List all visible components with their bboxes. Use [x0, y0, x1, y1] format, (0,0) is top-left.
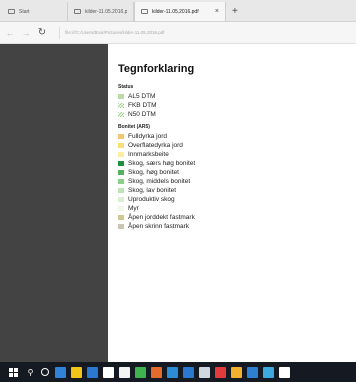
legend-swatch	[118, 103, 124, 108]
start-icon[interactable]	[8, 367, 18, 377]
legend-swatch	[118, 179, 124, 184]
legend-item: Skog, lav bonitet	[118, 186, 195, 195]
legend-swatch	[118, 134, 124, 139]
tab-strip: Start kilder-11.05.2016.pdf kilder-11.05…	[0, 0, 356, 22]
legend-swatch	[118, 224, 124, 229]
app-icon-9[interactable]	[231, 366, 242, 378]
legend-item: Skog, middels bonitet	[118, 177, 195, 186]
legend-item: Skog, høg bonitet	[118, 168, 195, 177]
legend-item: Skog, særs høg bonitet	[118, 159, 195, 168]
viewer-sidebar	[0, 44, 108, 362]
pdf-page: Tegnforklaring Status AL5 DTM FKB DTM N50 D…	[108, 44, 356, 362]
task-view-icon[interactable]	[41, 368, 49, 376]
forward-icon[interactable]: →	[21, 28, 31, 38]
tab-pdf-2-active[interactable]: kilder-11.05.2016.pdf ×	[134, 2, 226, 21]
legend-swatch	[118, 170, 124, 175]
legend-swatch	[118, 206, 124, 211]
legend-label: Uproduktiv skog	[128, 196, 175, 203]
legend-label: Åpen jorddekt fastmark	[128, 214, 195, 221]
tab-label: Start	[19, 8, 30, 15]
legend-swatch	[118, 197, 124, 202]
page-icon	[8, 9, 15, 14]
page-icon	[141, 9, 148, 14]
app-icon-1[interactable]	[103, 366, 114, 378]
app-icon-7[interactable]	[199, 366, 210, 378]
legend-section-title: Status	[118, 84, 134, 90]
close-icon[interactable]: ×	[215, 8, 219, 15]
legend-swatch	[118, 112, 124, 117]
legend-swatch	[118, 188, 124, 193]
app-icon-11[interactable]	[263, 366, 274, 378]
legend-label: Innmarksbeite	[128, 151, 169, 158]
back-icon[interactable]: ←	[5, 28, 15, 38]
app-icon-8[interactable]	[215, 366, 226, 378]
pdf-viewer: Tegnforklaring Status AL5 DTM FKB DTM N50 D…	[0, 44, 356, 362]
tab-pdf-1[interactable]: kilder-11.05.2016.pdf	[68, 2, 134, 21]
legend-item: AL5 DTM	[118, 92, 195, 101]
legend-item: Myr	[118, 204, 195, 213]
tab-label: kilder-11.05.2016.pdf	[85, 8, 127, 15]
file-explorer-icon[interactable]	[71, 366, 82, 378]
legend-swatch	[118, 143, 124, 148]
store-icon[interactable]	[87, 366, 98, 378]
app-icon-12[interactable]	[279, 366, 290, 378]
refresh-icon[interactable]: ↻	[37, 27, 47, 38]
legend-item: Åpen skrinn fastmark	[118, 222, 195, 231]
legend-label: FKB DTM	[128, 102, 157, 109]
legend-label: Åpen skrinn fastmark	[128, 223, 190, 230]
app-icon-2[interactable]	[119, 366, 130, 378]
taskbar: ⚲	[0, 362, 356, 382]
app-icon-6[interactable]	[183, 366, 194, 378]
legend-item: Fulldyrka jord	[118, 132, 195, 141]
page-icon	[74, 9, 81, 14]
legend-swatch	[118, 161, 124, 166]
legend-label: Overflatedyrka jord	[128, 142, 183, 149]
edge-icon[interactable]	[55, 366, 66, 378]
app-icon-4[interactable]	[151, 366, 162, 378]
legend-item: Overflatedyrka jord	[118, 141, 195, 150]
legend-label: Skog, særs høg bonitet	[128, 160, 196, 167]
legend-title: Tegnforklaring	[118, 63, 195, 75]
legend-label: Fulldyrka jord	[128, 133, 168, 140]
legend-item: FKB DTM	[118, 101, 195, 110]
legend-item: Uproduktiv skog	[118, 195, 195, 204]
legend-section-title: Bonitet (AR5)	[118, 124, 150, 130]
legend-label: N50 DTM	[128, 111, 156, 118]
legend-swatch	[118, 215, 124, 220]
legend-swatch	[118, 94, 124, 99]
legend-item: N50 DTM	[118, 110, 195, 119]
tab-start[interactable]: Start	[2, 2, 68, 21]
tab-label: kilder-11.05.2016.pdf	[152, 8, 199, 15]
legend-label: Skog, middels bonitet	[128, 178, 191, 185]
url-field[interactable]: file:///C:/Users/Bruk/Pictures/kilder-11…	[59, 26, 164, 39]
app-icon-10[interactable]	[247, 366, 258, 378]
legend-label: AL5 DTM	[128, 93, 156, 100]
legend-item: Åpen jorddekt fastmark	[118, 213, 195, 222]
legend-label: Skog, høg bonitet	[128, 169, 179, 176]
app-icon-5[interactable]	[167, 366, 178, 378]
legend-item: Innmarksbeite	[118, 150, 195, 159]
search-icon[interactable]: ⚲	[25, 367, 36, 378]
address-bar: ← → ↻ file:///C:/Users/Bruk/Pictures/kil…	[0, 22, 356, 44]
legend-label: Skog, lav bonitet	[128, 187, 177, 194]
legend-swatch	[118, 152, 124, 157]
new-tab-button[interactable]: +	[226, 2, 244, 21]
app-icon-3[interactable]	[135, 366, 146, 378]
legend-label: Myr	[128, 205, 139, 212]
legend: Tegnforklaring Status AL5 DTM FKB DTM N50 D…	[118, 63, 195, 231]
